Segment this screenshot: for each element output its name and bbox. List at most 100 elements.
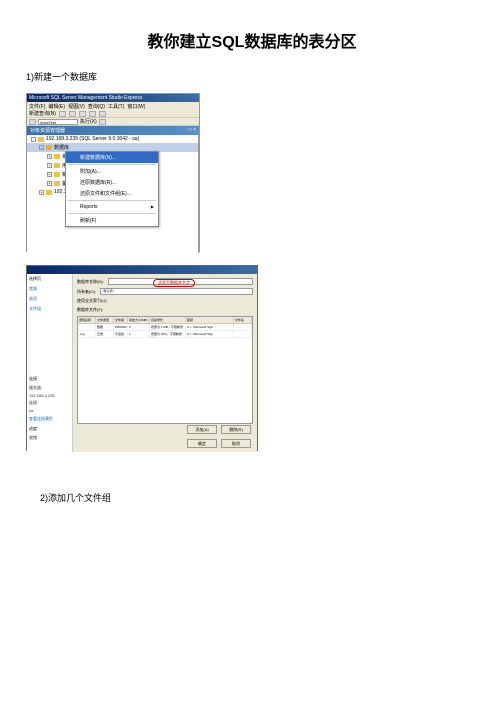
files-grid: 逻辑名称 文件类型 文件组 初始大小(MB) 自动增长 路径 文件名 数据 PR… — [77, 316, 253, 424]
col-size[interactable]: 初始大小(MB) — [128, 317, 150, 323]
page-title: 教你建立SQL数据库的表分区 — [0, 0, 504, 70]
cell[interactable]: 增量为 10%，不限制增长 — [150, 331, 186, 337]
server-icon — [38, 137, 44, 142]
view-conn-link[interactable]: 查看连接属性 — [27, 414, 72, 424]
page-general[interactable]: 常规 — [27, 284, 72, 294]
cell[interactable]: 不适用 — [114, 331, 128, 337]
folder-icon — [54, 181, 60, 186]
cell[interactable]: C:\...\Microsoft SQL Server\MSSQL.1\MSSQ… — [186, 331, 234, 337]
menu-separator — [68, 164, 156, 165]
cell[interactable]: 日志 — [96, 331, 114, 337]
cell[interactable]: PRIMARY — [114, 324, 128, 330]
cell[interactable] — [78, 324, 96, 330]
ok-button[interactable]: 确定 — [187, 439, 217, 448]
object-explorer-tree: - 192.168.3.235 (SQL Server 9.0.3042 - s… — [27, 135, 199, 253]
cell[interactable]: C:\...\Microsoft SQL Server\MSSQL.1\MSSQ… — [186, 324, 234, 330]
conn-label: 连接: — [27, 399, 72, 407]
tb-icon-2[interactable] — [69, 111, 76, 117]
new-database-dialog: 选择页 常规 选项 文件组 连接 服务器: 192.168.3.235 连接: … — [26, 265, 258, 451]
new-query-button[interactable]: 新建查询(N) — [29, 110, 56, 117]
menu-tools[interactable]: 工具(T) — [108, 103, 124, 109]
expand-icon[interactable]: + — [39, 190, 44, 195]
menu-separator — [68, 200, 156, 201]
menu-attach[interactable]: 附加(A)... — [66, 166, 158, 177]
page-options[interactable]: 选项 — [27, 294, 72, 304]
server-label: 192.168.3.235 (SQL Server 9.0.3042 - sa) — [46, 136, 139, 142]
cell[interactable] — [234, 331, 252, 337]
menu-restore-db[interactable]: 还原数据库(R)... — [66, 177, 158, 188]
folder-icon — [46, 145, 52, 150]
col-path[interactable]: 路径 — [186, 317, 234, 323]
col-name[interactable]: 逻辑名称 — [78, 317, 96, 323]
dialog-titlebar — [27, 266, 257, 274]
grid-row[interactable]: 数据 PRIMARY 3 增量为 1 MB，不限制增长 C:\...\Micro… — [78, 324, 252, 331]
server-label: 服务器: — [27, 384, 72, 392]
panel-title: 对象资源管理器 — [30, 127, 65, 134]
annotation-callout: 这里写数据库名字 — [153, 279, 195, 287]
expand-icon[interactable]: - — [39, 145, 44, 150]
step-2-label: 2)添加几个文件组 — [0, 451, 504, 504]
submenu-arrow-icon: ▶ — [151, 204, 154, 209]
menu-query[interactable]: 查询(Q) — [88, 103, 105, 109]
cell[interactable]: 1 — [128, 331, 150, 337]
menu-label: Reports — [80, 204, 98, 210]
add-button[interactable]: 添加(A) — [187, 425, 217, 434]
col-growth[interactable]: 自动增长 — [150, 317, 186, 323]
expand-icon[interactable]: + — [47, 181, 52, 186]
db-dropdown[interactable]: AreaTest — [38, 119, 78, 125]
ssms-screenshot: Microsoft SQL Server Management Studio E… — [26, 93, 200, 252]
folder-icon — [54, 154, 60, 159]
col-fname[interactable]: 文件名 — [234, 317, 252, 323]
menu-file[interactable]: 文件(F) — [29, 103, 45, 109]
col-type[interactable]: 文件类型 — [96, 317, 114, 323]
menu-window[interactable]: 窗口(W) — [127, 103, 145, 109]
menubar: 文件(F) 编辑(E) 视图(V) 查询(Q) 工具(T) 窗口(W) — [27, 102, 199, 110]
panel-controls[interactable]: - □ × — [186, 127, 196, 134]
menu-restore-files[interactable]: 还原文件和文件组(E)... — [66, 188, 158, 199]
grid-row[interactable]: _log 日志 不适用 1 增量为 10%，不限制增长 C:\...\Micro… — [78, 331, 252, 338]
progress-label: 进度 — [27, 424, 72, 434]
menu-new-database[interactable]: 新建数据库(N)... — [66, 152, 158, 163]
conn-value: sa — [27, 407, 72, 414]
cell[interactable] — [234, 324, 252, 330]
owner-input[interactable]: <默认值> — [100, 288, 253, 295]
databases-label: 数据库 — [54, 144, 69, 151]
fulltext-checkbox-label[interactable]: 使用全文索引(U) — [77, 298, 107, 304]
tb2-icon-1[interactable] — [29, 119, 36, 125]
tree-server-node[interactable]: - 192.168.3.235 (SQL Server 9.0.3042 - s… — [27, 135, 198, 143]
cancel-button[interactable]: 取消 — [221, 439, 251, 448]
cell[interactable]: _log — [78, 331, 96, 337]
cell[interactable]: 数据 — [96, 324, 114, 330]
context-menu: 新建数据库(N)... 附加(A)... 还原数据库(R)... 还原文件和文件… — [65, 151, 159, 227]
remove-button[interactable]: 删除(R) — [221, 425, 251, 434]
server-icon — [46, 190, 52, 195]
toolbar-2: AreaTest 执行(X) — [27, 118, 199, 126]
menu-refresh[interactable]: 刷新(F) — [66, 215, 158, 226]
expand-icon[interactable]: + — [47, 163, 52, 168]
files-label: 数据库文件(F): — [77, 307, 103, 313]
toolbar-1: 新建查询(N) — [27, 110, 199, 118]
page-filegroups[interactable]: 文件组 — [27, 304, 72, 314]
server-value: 192.168.3.235 — [27, 392, 72, 399]
tb-icon-3[interactable] — [79, 111, 86, 117]
tb-icon-4[interactable] — [89, 111, 96, 117]
expand-icon[interactable]: - — [31, 137, 36, 142]
expand-icon[interactable]: + — [47, 172, 52, 177]
col-fg[interactable]: 文件组 — [114, 317, 128, 323]
menu-reports[interactable]: Reports ▶ — [66, 202, 158, 212]
expand-icon[interactable]: + — [47, 154, 52, 159]
menu-view[interactable]: 视图(V) — [68, 103, 85, 109]
menu-edit[interactable]: 编辑(E) — [48, 103, 65, 109]
grid-header: 逻辑名称 文件类型 文件组 初始大小(MB) 自动增长 路径 文件名 — [78, 317, 252, 324]
cell[interactable]: 3 — [128, 324, 150, 330]
execute-button[interactable]: 执行(X) — [80, 118, 97, 125]
object-explorer-header: 对象资源管理器 - □ × — [27, 126, 199, 135]
tb-icon-5[interactable] — [99, 111, 106, 117]
tb-icon-1[interactable] — [59, 111, 66, 117]
step-1-label: 1)新建一个数据库 — [0, 70, 504, 93]
conn-section-label: 连接 — [27, 374, 72, 384]
cell[interactable]: 增量为 1 MB，不限制增长 — [150, 324, 186, 330]
folder-icon — [54, 163, 60, 168]
tb2-icon-2[interactable] — [99, 119, 106, 125]
owner-label: 所有者(O): — [77, 289, 96, 295]
